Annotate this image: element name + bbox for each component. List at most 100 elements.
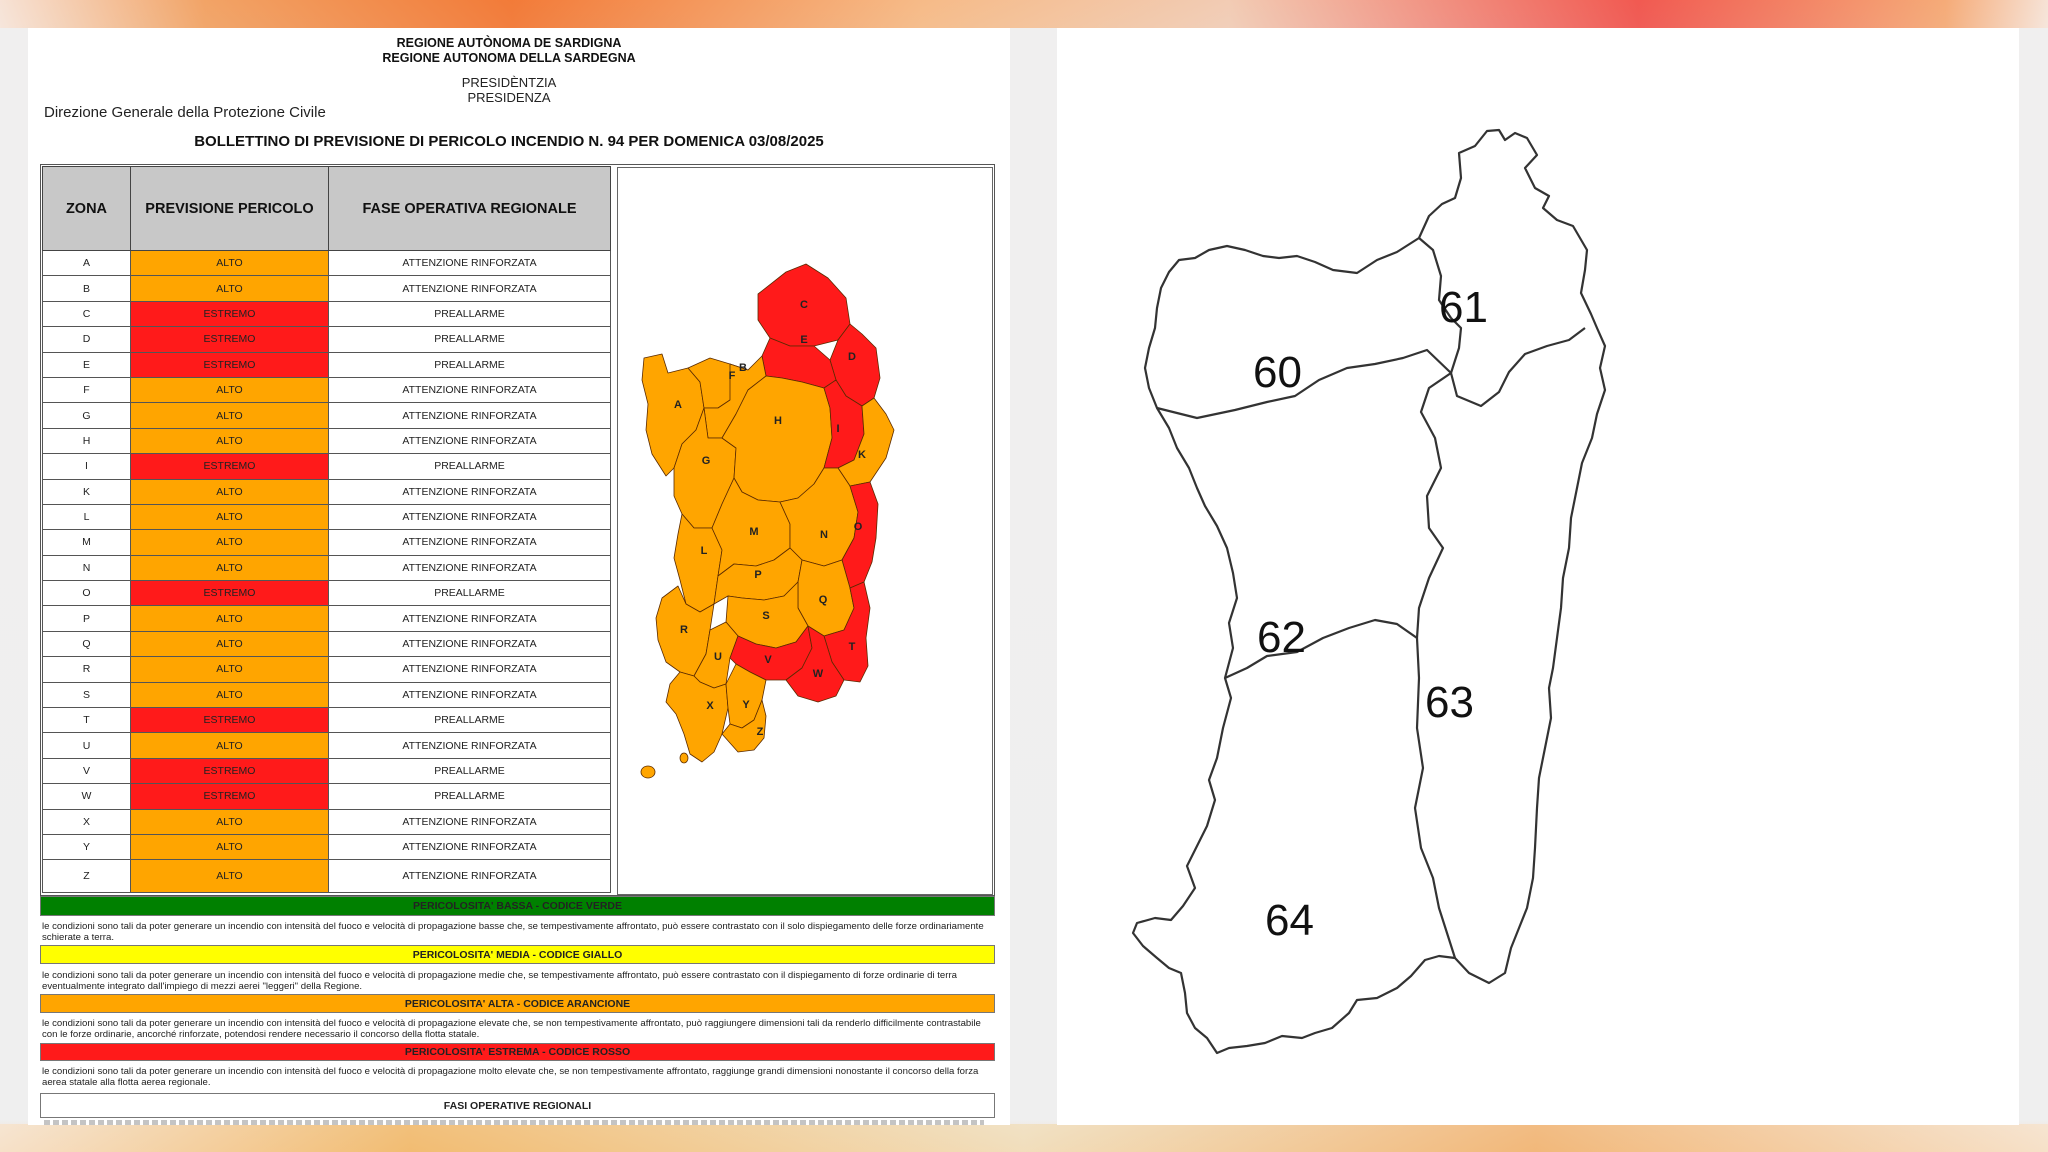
table-row: K ALTO ATTENZIONE RINFORZATA <box>42 478 611 505</box>
operative-phase-cell: ATTENZIONE RINFORZATA <box>328 249 611 277</box>
danger-level-cell: ALTO <box>130 859 329 894</box>
map-zone-label-f: F <box>729 370 736 382</box>
danger-level-cell: ESTREMO <box>130 351 329 378</box>
map-zone-label-y: Y <box>742 699 750 711</box>
zone-cell: X <box>42 808 131 835</box>
sector-label-60: 60 <box>1253 348 1302 397</box>
zone-cell: A <box>42 249 131 277</box>
sector-label-61: 61 <box>1439 283 1488 332</box>
table-row: W ESTREMO PREALLARME <box>42 783 611 810</box>
border-62-64 <box>1224 618 1418 680</box>
zone-cell: Q <box>42 630 131 658</box>
map-zone-label-n: N <box>820 529 828 541</box>
table-row: Y ALTO ATTENZIONE RINFORZATA <box>42 833 611 861</box>
zone-cell: M <box>42 529 131 556</box>
border-62-63 <box>1415 372 1452 639</box>
map-zone-label-x: X <box>706 700 714 712</box>
operative-phase-cell: ATTENZIONE RINFORZATA <box>328 630 611 658</box>
operative-phase-cell: ATTENZIONE RINFORZATA <box>328 808 611 835</box>
table-row: I ESTREMO PREALLARME <box>42 453 611 480</box>
zone-cell: H <box>42 427 131 455</box>
bulletin-document: REGIONE AUTÒNOMA DE SARDIGNA REGIONE AUT… <box>28 28 1010 1125</box>
table-row: X ALTO ATTENZIONE RINFORZATA <box>42 808 611 835</box>
danger-level-cell: ALTO <box>130 656 329 683</box>
region-name-italian: REGIONE AUTONOMA DELLA SARDEGNA <box>382 51 636 65</box>
legend-text-verde: le condizioni sono tali da poter generar… <box>42 921 984 943</box>
legend-band-giallo: PERICOLOSITA' MEDIA - CODICE GIALLO <box>40 945 995 964</box>
legend-text-arancione: le condizioni sono tali da poter generar… <box>42 1018 981 1040</box>
sardinia-zones-map: A B C D E F G H I K L M N O P Q R S T U V W X Y Z <box>640 263 895 779</box>
operative-phase-cell: ATTENZIONE RINFORZATA <box>328 478 611 505</box>
danger-level-cell: ESTREMO <box>130 453 329 480</box>
danger-level-cell: ALTO <box>130 605 329 632</box>
table-row: A ALTO ATTENZIONE RINFORZATA <box>42 249 611 277</box>
legend-band-arancione: PERICOLOSITA' ALTA - CODICE ARANCIONE <box>40 994 995 1013</box>
operative-phase-cell: ATTENZIONE RINFORZATA <box>328 275 611 302</box>
direction-name: Direzione Generale della Protezione Civi… <box>44 104 326 121</box>
presidency-italian: PRESIDENZA <box>467 90 551 105</box>
table-row: D ESTREMO PREALLARME <box>42 326 611 353</box>
table-row: P ALTO ATTENZIONE RINFORZATA <box>42 605 611 632</box>
top-glow <box>0 0 2048 28</box>
zone-cell: P <box>42 605 131 632</box>
legend-text-rosso: le condizioni sono tali da poter generar… <box>42 1066 979 1088</box>
operative-phase-cell: ATTENZIONE RINFORZATA <box>328 554 611 582</box>
zone-cell: W <box>42 783 131 810</box>
operative-phase-cell: ATTENZIONE RINFORZATA <box>328 402 611 429</box>
map-island <box>640 765 656 779</box>
map-zone-label-d: D <box>848 351 856 363</box>
zone-cell: S <box>42 681 131 709</box>
table-row: O ESTREMO PREALLARME <box>42 580 611 607</box>
zones-map-box: A B C D E F G H I K L M N O P Q R S T U V W X Y Z <box>617 167 993 895</box>
map-zone-label-s: S <box>762 610 769 622</box>
zone-cell: O <box>42 580 131 607</box>
border-60-62 <box>1156 348 1452 420</box>
table-row: C ESTREMO PREALLARME <box>42 300 611 328</box>
table-row: E ESTREMO PREALLARME <box>42 351 611 378</box>
map-zone-label-b: B <box>739 362 747 374</box>
operative-phase-cell: PREALLARME <box>328 580 611 607</box>
presidency-sardinian: PRESIDÈNTZIA <box>461 75 557 90</box>
header-previsione: PREVISIONE PERICOLO <box>130 166 329 251</box>
danger-level-cell: ESTREMO <box>130 580 329 607</box>
operative-phase-cell: ATTENZIONE RINFORZATA <box>328 427 611 455</box>
danger-level-cell: ALTO <box>130 275 329 302</box>
table-row: G ALTO ATTENZIONE RINFORZATA <box>42 402 611 429</box>
zones-table: ZONA PREVISIONE PERICOLO FASE OPERATIVA … <box>42 166 611 894</box>
danger-level-cell: ESTREMO <box>130 757 329 785</box>
legend-text-giallo: le condizioni sono tali da poter generar… <box>42 970 957 992</box>
map-zone-label-o: O <box>854 521 863 533</box>
fasi-operative-heading: FASI OPERATIVE REGIONALI <box>40 1093 995 1118</box>
danger-level-cell: ALTO <box>130 732 329 759</box>
table-row: F ALTO ATTENZIONE RINFORZATA <box>42 376 611 404</box>
danger-level-cell: ALTO <box>130 554 329 582</box>
map-zone-label-v: V <box>764 654 772 666</box>
sectors-map-sheet: 61 60 62 63 64 <box>1057 28 2019 1125</box>
zone-cell: Z <box>42 859 131 894</box>
map-zone-label-m: M <box>749 526 758 538</box>
operative-phase-cell: PREALLARME <box>328 783 611 810</box>
map-zone-label-u: U <box>714 651 722 663</box>
table-row: B ALTO ATTENZIONE RINFORZATA <box>42 275 611 302</box>
table-row: M ALTO ATTENZIONE RINFORZATA <box>42 529 611 556</box>
map-zone-label-e: E <box>800 334 807 346</box>
zone-cell: B <box>42 275 131 302</box>
danger-level-cell: ALTO <box>130 630 329 658</box>
operative-phase-cell: ATTENZIONE RINFORZATA <box>328 859 611 894</box>
danger-level-cell: ESTREMO <box>130 783 329 810</box>
danger-level-cell: ALTO <box>130 833 329 861</box>
map-zone-label-z: Z <box>757 726 764 738</box>
zone-cell: C <box>42 300 131 328</box>
header-zona: ZONA <box>42 166 131 251</box>
table-row: Z ALTO ATTENZIONE RINFORZATA <box>42 859 611 894</box>
map-island <box>679 752 689 764</box>
table-header-row: ZONA PREVISIONE PERICOLO FASE OPERATIVA … <box>42 166 611 251</box>
zone-cell: U <box>42 732 131 759</box>
danger-level-cell: ALTO <box>130 681 329 709</box>
operative-phase-cell: ATTENZIONE RINFORZATA <box>328 732 611 759</box>
table-row: U ALTO ATTENZIONE RINFORZATA <box>42 732 611 759</box>
operative-phase-cell: PREALLARME <box>328 300 611 328</box>
zone-cell: L <box>42 503 131 531</box>
operative-phase-cell: ATTENZIONE RINFORZATA <box>328 503 611 531</box>
zone-cell: T <box>42 707 131 734</box>
